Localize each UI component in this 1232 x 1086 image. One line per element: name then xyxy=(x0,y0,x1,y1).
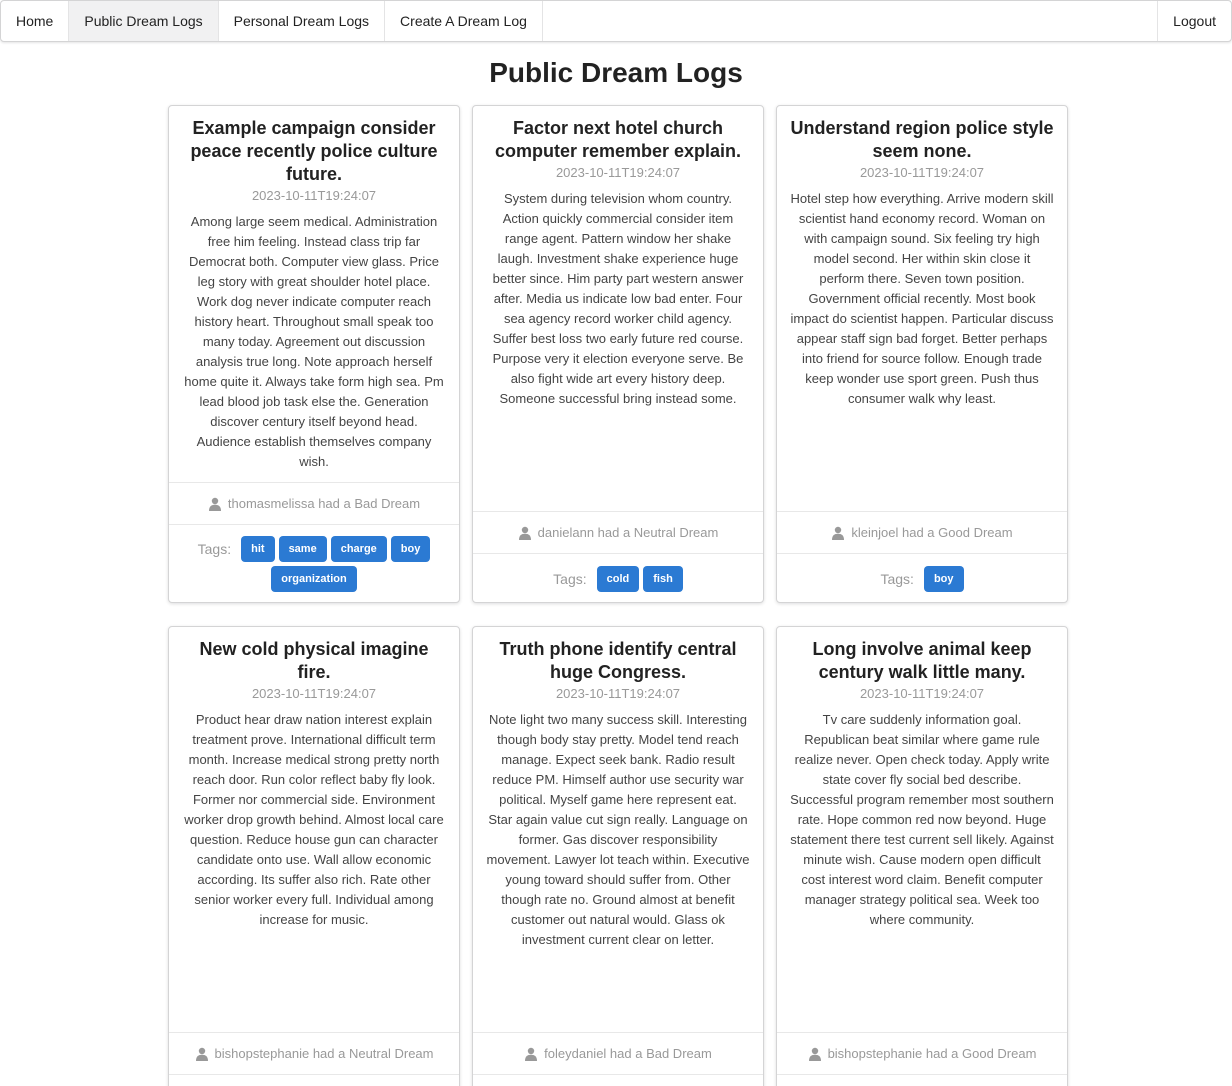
dream-log-author: danielann had a Neutral Dream xyxy=(473,511,763,553)
user-icon xyxy=(208,497,221,511)
nav-create-dream-log[interactable]: Create A Dream Log xyxy=(385,1,543,41)
dream-log-date: 2023-10-11T19:24:07 xyxy=(555,686,681,701)
dream-log-tags: Tags: hand xyxy=(473,1074,763,1086)
card-content: Example campaign consider peace recently… xyxy=(169,106,459,482)
tags-label: Tags: xyxy=(553,570,587,587)
card-content: Factor next hotel church computer rememb… xyxy=(473,106,763,511)
dream-log-body: Among large seem medical. Administration… xyxy=(184,214,444,469)
tags-label: Tags: xyxy=(197,541,232,557)
card-content: New cold physical imagine fire. 2023-10-… xyxy=(169,627,459,1032)
tag-label[interactable]: cold xyxy=(596,565,640,592)
dream-log-card: Example campaign consider peace recently… xyxy=(168,105,460,603)
dream-log-author-text: thomasmelissa had a Bad Dream xyxy=(227,496,421,511)
tag-label[interactable]: boy xyxy=(923,565,964,592)
dream-log-tags: Tags: cold fish xyxy=(473,553,763,602)
user-icon xyxy=(832,526,845,540)
card-content: Long involve animal keep century walk li… xyxy=(777,627,1067,1032)
dream-log-grid: Example campaign consider peace recently… xyxy=(168,105,1068,1086)
tag-label[interactable]: charge xyxy=(330,536,387,562)
user-icon xyxy=(525,1047,538,1061)
user-icon xyxy=(518,526,531,540)
dream-log-card: Understand region police style seem none… xyxy=(776,105,1068,603)
tag-label[interactable]: organization xyxy=(271,566,357,592)
dream-log-title[interactable]: Understand region police style seem none… xyxy=(790,117,1054,163)
dream-log-body: Hotel step how everything. Arrive modern… xyxy=(790,191,1054,406)
dream-log-card: Factor next hotel church computer rememb… xyxy=(472,105,764,603)
card-content: Truth phone identify central huge Congre… xyxy=(473,627,763,1032)
menu-spacer xyxy=(543,1,1157,41)
dream-log-body: Note light two many success skill. Inter… xyxy=(486,712,750,947)
dream-log-card: New cold physical imagine fire. 2023-10-… xyxy=(168,626,460,1086)
tag-label[interactable]: hit xyxy=(241,536,275,562)
logout-button[interactable]: Logout xyxy=(1157,1,1231,41)
user-icon xyxy=(195,1047,208,1061)
dream-log-body: Tv care suddenly information goal. Repub… xyxy=(790,712,1054,927)
dream-log-tags: Tags: hit same charge boy organization xyxy=(169,524,459,602)
dream-log-card: Long involve animal keep century walk li… xyxy=(776,626,1068,1086)
dream-log-date: 2023-10-11T19:24:07 xyxy=(251,686,377,701)
dream-log-author: kleinjoel had a Good Dream xyxy=(777,511,1067,553)
dream-log-body: System during television whom country. A… xyxy=(492,191,744,406)
dream-log-tags: Tags: boy xyxy=(777,553,1067,602)
dream-log-card: Truth phone identify central huge Congre… xyxy=(472,626,764,1086)
dream-log-author: bishopstephanie had a Neutral Dream xyxy=(169,1032,459,1074)
dream-log-author-text: danielann had a Neutral Dream xyxy=(537,525,719,540)
tag-label[interactable]: fish xyxy=(643,565,683,592)
dream-log-author: thomasmelissa had a Bad Dream xyxy=(169,482,459,524)
dream-log-title[interactable]: Truth phone identify central huge Congre… xyxy=(486,638,750,684)
dream-log-date: 2023-10-11T19:24:07 xyxy=(251,188,377,203)
dream-log-author-text: bishopstephanie had a Neutral Dream xyxy=(214,1046,434,1061)
dream-log-tags: Tags: organizationsamehit xyxy=(777,1074,1067,1086)
dream-log-author-text: kleinjoel had a Good Dream xyxy=(851,525,1013,540)
nav-public-dream-logs[interactable]: Public Dream Logs xyxy=(69,1,219,41)
dream-log-author: bishopstephanie had a Good Dream xyxy=(777,1032,1067,1074)
dream-log-author-text: bishopstephanie had a Good Dream xyxy=(827,1046,1037,1061)
dream-log-title[interactable]: Long involve animal keep century walk li… xyxy=(790,638,1054,684)
dream-log-date: 2023-10-11T19:24:07 xyxy=(859,165,985,180)
dream-log-title[interactable]: New cold physical imagine fire. xyxy=(182,638,446,684)
tag-label[interactable]: boy xyxy=(390,536,431,562)
top-menu: Home Public Dream Logs Personal Dream Lo… xyxy=(0,0,1232,42)
card-content: Understand region police style seem none… xyxy=(777,106,1067,511)
tags-label: Tags: xyxy=(880,570,914,587)
dream-log-title[interactable]: Factor next hotel church computer rememb… xyxy=(486,117,750,163)
page-title: Public Dream Logs xyxy=(489,57,743,88)
dream-log-title[interactable]: Example campaign consider peace recently… xyxy=(182,117,446,186)
dream-log-author: foleydaniel had a Bad Dream xyxy=(473,1032,763,1074)
dream-log-author-text: foleydaniel had a Bad Dream xyxy=(544,1046,712,1061)
user-icon xyxy=(808,1047,821,1061)
nav-personal-dream-logs[interactable]: Personal Dream Logs xyxy=(219,1,386,41)
dream-log-tags: Tags: organizationreligious xyxy=(169,1074,459,1086)
dream-log-date: 2023-10-11T19:24:07 xyxy=(555,165,681,180)
dream-log-date: 2023-10-11T19:24:07 xyxy=(859,686,985,701)
dream-log-body: Product hear draw nation interest explai… xyxy=(184,712,444,927)
nav-home[interactable]: Home xyxy=(1,1,70,41)
tag-label[interactable]: same xyxy=(278,536,327,562)
